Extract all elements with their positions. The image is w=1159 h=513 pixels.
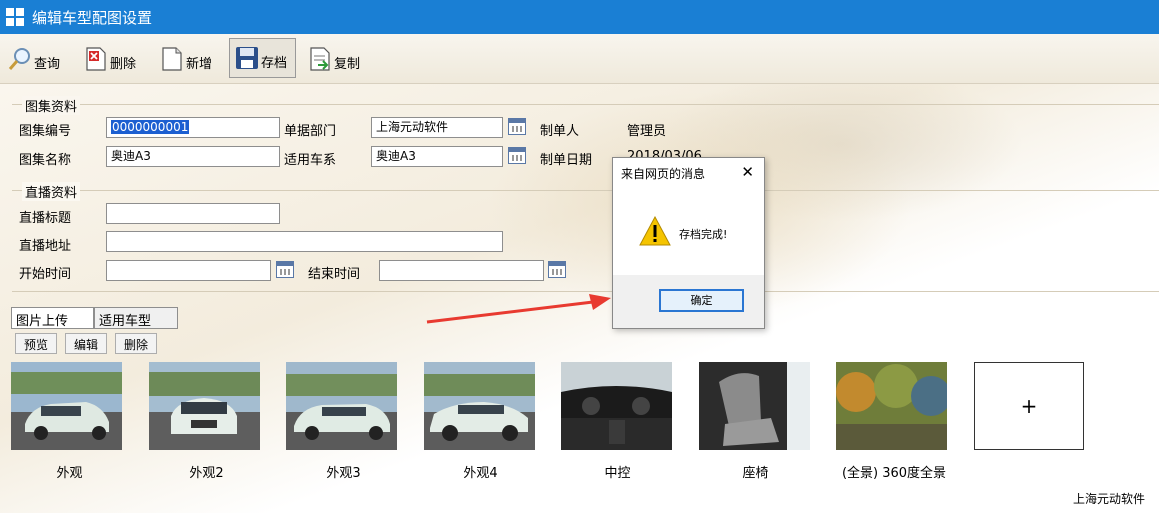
copy-label: 复制 [334,57,361,72]
message-dialog: 来自网页的消息 ✕ 存档完成! 确定 [612,157,765,329]
red-arrow-annotation [426,294,611,324]
gallery-caption: 外观2 [189,466,224,481]
tab-strip-line [11,328,178,329]
live-url-input[interactable] [106,231,503,252]
gallery-caption: 外观3 [326,466,361,481]
ok-button[interactable]: 确定 [659,289,744,312]
album-code-value: 0000000001 [111,120,190,134]
delete-label: 删除 [110,57,137,72]
series-calendar-icon[interactable] [508,147,526,164]
live-section-border [12,190,1159,191]
gallery-thumb-exterior-2[interactable] [149,362,260,450]
new-button[interactable]: 新增 [160,38,212,78]
series-label: 适用车系 [284,153,337,168]
live-title-input[interactable] [106,203,280,224]
dept-label: 单据部门 [284,124,337,139]
album-code-label: 图集编号 [19,124,72,139]
car-photo-icon [11,362,122,450]
car-photo-icon [424,362,535,450]
toolbar: 查询 删除 新增 存档 复制 [0,34,1159,84]
tab-image-upload[interactable]: 图片上传 [11,307,94,329]
start-time-label: 开始时间 [19,267,72,282]
gallery-caption: 中控 [604,466,631,481]
tab-applicable-models[interactable]: 适用车型 [94,307,178,329]
copy-doc-icon [310,47,330,71]
gallery-caption: 座椅 [742,466,769,481]
end-time-label: 结束时间 [308,267,361,282]
gallery-caption: 外观 [56,466,83,481]
add-image-button[interactable]: + [974,362,1084,450]
close-icon[interactable]: ✕ [741,163,754,181]
remove-button[interactable]: 删除 [115,333,158,354]
edit-button[interactable]: 编辑 [65,333,108,354]
save-label: 存档 [261,56,288,71]
gallery-caption: 外观4 [463,466,498,481]
dialog-footer: 确定 [613,275,764,328]
album-legend: 图集资料 [22,96,81,115]
gallery-caption: (全景) 360度全景 [841,466,947,481]
start-calendar-icon[interactable] [276,261,294,278]
end-time-input[interactable] [379,260,544,281]
floppy-disk-icon [236,47,258,69]
maker-label: 制单人 [540,124,580,139]
panorama-photo-icon [836,362,947,450]
start-time-input[interactable] [106,260,271,281]
window-title: 编辑车型配图设置 [32,8,153,27]
album-code-input[interactable]: 0000000001 [106,117,280,138]
delete-button[interactable]: 删除 [84,38,136,78]
delete-doc-icon [86,47,106,71]
live-title-label: 直播标题 [19,211,72,226]
footer-company: 上海元动软件 [1072,492,1145,506]
new-label: 新增 [186,57,213,72]
end-calendar-icon[interactable] [548,261,566,278]
gallery-thumb-exterior-3[interactable] [286,362,397,450]
gallery-thumb-panorama[interactable] [836,362,947,450]
save-button[interactable]: 存档 [229,38,296,78]
copy-button[interactable]: 复制 [308,38,360,78]
gallery-thumb-dashboard[interactable] [561,362,672,450]
gallery-thumb-exterior-4[interactable] [424,362,535,450]
live-legend: 直播资料 [22,182,81,201]
series-input[interactable]: 奥迪A3 [371,146,503,167]
magnifier-icon [8,48,30,70]
new-doc-icon [162,47,182,71]
windows-logo-icon [6,8,24,26]
maker-value: 管理员 [627,124,667,139]
live-url-label: 直播地址 [19,239,72,254]
query-button[interactable]: 查询 [8,38,60,78]
album-name-label: 图集名称 [19,153,72,168]
dept-input[interactable]: 上海元动软件 [371,117,503,138]
album-name-input[interactable]: 奥迪A3 [106,146,280,167]
gallery-thumb-seat[interactable] [699,362,810,450]
dept-calendar-icon[interactable] [508,118,526,135]
dashboard-photo-icon [561,362,672,450]
car-photo-icon [286,362,397,450]
query-label: 查询 [34,57,61,72]
date-label: 制单日期 [540,153,593,168]
dialog-message: 存档完成! [679,228,728,241]
album-section-border [12,104,1159,105]
dialog-title: 来自网页的消息 [621,167,706,181]
car-photo-icon [149,362,260,450]
warning-icon [639,216,671,246]
preview-button[interactable]: 预览 [15,333,58,354]
seat-photo-icon [699,362,810,450]
title-bar: 编辑车型配图设置 [0,0,1159,34]
gallery-thumb-exterior[interactable] [11,362,122,450]
